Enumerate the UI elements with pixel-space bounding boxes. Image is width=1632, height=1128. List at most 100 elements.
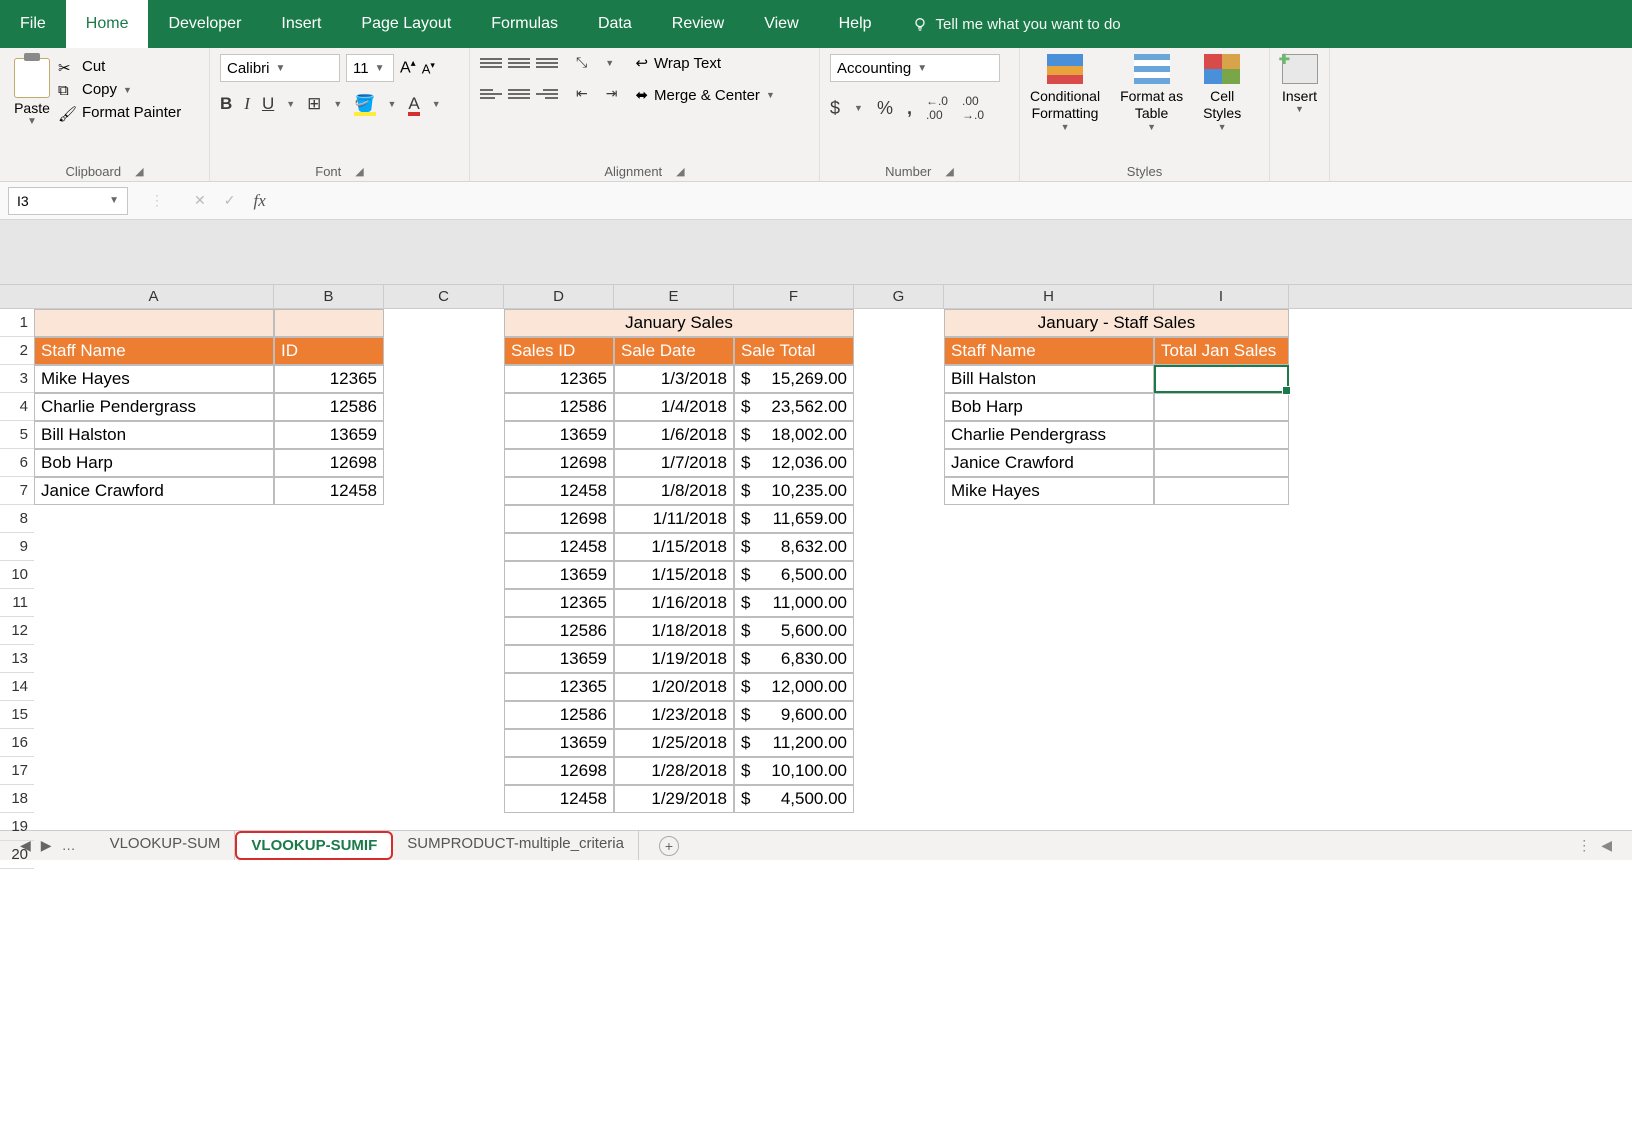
col-header-E[interactable]: E (614, 284, 734, 309)
cell-H6[interactable]: Janice Crawford (944, 449, 1154, 477)
cell-E8[interactable]: 1/11/2018 (614, 505, 734, 533)
tab-file[interactable]: File (0, 0, 66, 48)
insert-cells-button[interactable]: ✚ Insert▼ (1282, 54, 1318, 114)
row-header-11[interactable]: 11 (0, 589, 34, 617)
cell-F13[interactable]: $6,830.00 (734, 645, 854, 673)
cell-F7[interactable]: $10,235.00 (734, 477, 854, 505)
cell-D1-merged[interactable]: January Sales (504, 309, 854, 337)
orientation-button[interactable]: ⤡ (576, 54, 587, 71)
add-sheet-button[interactable]: + (659, 836, 679, 856)
row-header-15[interactable]: 15 (0, 701, 34, 729)
row-header-16[interactable]: 16 (0, 729, 34, 757)
row-header-19[interactable]: 19 (0, 813, 34, 841)
cell-E13[interactable]: 1/19/2018 (614, 645, 734, 673)
hscroll-left[interactable]: ◀ (1601, 837, 1612, 854)
cell-I2[interactable]: Total Jan Sales (1154, 337, 1289, 365)
cell-F5[interactable]: $18,002.00 (734, 421, 854, 449)
cell-F11[interactable]: $11,000.00 (734, 589, 854, 617)
increase-font-icon[interactable]: A▴ (400, 58, 416, 77)
row-header-1[interactable]: 1 (0, 309, 34, 337)
decrease-font-icon[interactable]: A▾ (422, 60, 435, 76)
formula-input[interactable] (276, 187, 1622, 215)
row-header-4[interactable]: 4 (0, 393, 34, 421)
cell-H2[interactable]: Staff Name (944, 337, 1154, 365)
border-button[interactable]: ⊞ (307, 94, 321, 114)
cell-E9[interactable]: 1/15/2018 (614, 533, 734, 561)
cell-A7[interactable]: Janice Crawford (34, 477, 274, 505)
tab-developer[interactable]: Developer (148, 0, 261, 48)
cell-I3[interactable] (1154, 365, 1289, 393)
row-header-2[interactable]: 2 (0, 337, 34, 365)
copy-button[interactable]: ⧉Copy ▼ (58, 81, 181, 98)
clipboard-dialog-launcher[interactable]: ◢ (135, 165, 143, 178)
cell-D6[interactable]: 12698 (504, 449, 614, 477)
row-header-7[interactable]: 7 (0, 477, 34, 505)
col-header-B[interactable]: B (274, 284, 384, 309)
cell-D13[interactable]: 13659 (504, 645, 614, 673)
cell-E6[interactable]: 1/7/2018 (614, 449, 734, 477)
underline-button[interactable]: U (262, 94, 274, 114)
font-dialog-launcher[interactable]: ◢ (355, 165, 363, 178)
cell-styles-button[interactable]: CellStyles▼ (1203, 54, 1241, 132)
cell-D9[interactable]: 12458 (504, 533, 614, 561)
cell-I4[interactable] (1154, 393, 1289, 421)
cell-A1[interactable] (34, 309, 274, 337)
cell-H4[interactable]: Bob Harp (944, 393, 1154, 421)
cell-D10[interactable]: 13659 (504, 561, 614, 589)
cell-D18[interactable]: 12458 (504, 785, 614, 813)
tell-me-search[interactable]: Tell me what you want to do (912, 16, 1121, 33)
cell-F15[interactable]: $9,600.00 (734, 701, 854, 729)
cell-H3[interactable]: Bill Halston (944, 365, 1154, 393)
cell-E4[interactable]: 1/4/2018 (614, 393, 734, 421)
format-painter-button[interactable]: 🖌Format Painter (58, 104, 181, 121)
cell-E7[interactable]: 1/8/2018 (614, 477, 734, 505)
row-header-3[interactable]: 3 (0, 365, 34, 393)
cell-F12[interactable]: $5,600.00 (734, 617, 854, 645)
row-header-10[interactable]: 10 (0, 561, 34, 589)
col-header-G[interactable]: G (854, 284, 944, 309)
cell-E2[interactable]: Sale Date (614, 337, 734, 365)
col-header-H[interactable]: H (944, 284, 1154, 309)
cell-F6[interactable]: $12,036.00 (734, 449, 854, 477)
font-size-dropdown[interactable]: 11▼ (346, 54, 394, 82)
fill-color-button[interactable]: 🪣 (354, 94, 375, 114)
horizontal-align-buttons[interactable] (480, 86, 558, 102)
comma-button[interactable]: , (907, 98, 912, 119)
row-header-13[interactable]: 13 (0, 645, 34, 673)
cell-E18[interactable]: 1/29/2018 (614, 785, 734, 813)
row-header-17[interactable]: 17 (0, 757, 34, 785)
tab-home[interactable]: Home (66, 0, 149, 48)
tab-help[interactable]: Help (819, 0, 892, 48)
tab-insert[interactable]: Insert (261, 0, 341, 48)
vertical-align-buttons[interactable] (480, 55, 558, 71)
cell-F17[interactable]: $10,100.00 (734, 757, 854, 785)
cell-H5[interactable]: Charlie Pendergrass (944, 421, 1154, 449)
row-header-20[interactable]: 20 (0, 841, 34, 869)
format-as-table-button[interactable]: Format asTable▼ (1120, 54, 1183, 132)
cell-E11[interactable]: 1/16/2018 (614, 589, 734, 617)
cell-D15[interactable]: 12586 (504, 701, 614, 729)
tab-data[interactable]: Data (578, 0, 652, 48)
col-header-A[interactable]: A (34, 284, 274, 309)
cell-B1[interactable] (274, 309, 384, 337)
cell-E10[interactable]: 1/15/2018 (614, 561, 734, 589)
increase-indent-button[interactable]: ⇥ (606, 85, 618, 102)
sheet-nav-next[interactable]: ▶ (41, 837, 52, 854)
bold-button[interactable]: B (220, 94, 232, 114)
worksheet-grid[interactable]: Staff NameIDMike Hayes12365Charlie Pende… (0, 220, 1632, 860)
row-header-18[interactable]: 18 (0, 785, 34, 813)
cell-E14[interactable]: 1/20/2018 (614, 673, 734, 701)
col-header-I[interactable]: I (1154, 284, 1289, 309)
cell-F2[interactable]: Sale Total (734, 337, 854, 365)
number-format-dropdown[interactable]: Accounting▼ (830, 54, 1000, 82)
increase-decimal-button[interactable]: ←.0.00 (926, 94, 948, 122)
sheet-tab-vlookup-sum[interactable]: VLOOKUP-SUM (96, 831, 236, 860)
sheet-tab-sumproduct-multiple_criteria[interactable]: SUMPRODUCT-multiple_criteria (393, 831, 639, 860)
cell-D16[interactable]: 13659 (504, 729, 614, 757)
row-header-9[interactable]: 9 (0, 533, 34, 561)
cell-B3[interactable]: 12365 (274, 365, 384, 393)
sheet-tab-vlookup-sumif[interactable]: VLOOKUP-SUMIF (235, 831, 393, 860)
font-name-dropdown[interactable]: Calibri▼ (220, 54, 340, 82)
fx-icon[interactable]: fx (253, 191, 265, 211)
name-box[interactable]: I3▼ (8, 187, 128, 215)
